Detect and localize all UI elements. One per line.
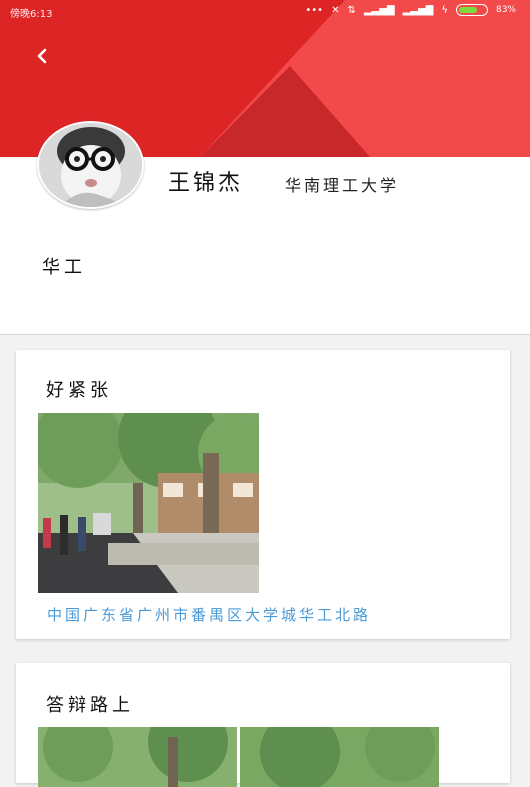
post-title: 答辩路上 <box>46 695 134 716</box>
post-location-link[interactable]: 中国广东省广州市番禺区大学城华工北路 <box>47 604 371 625</box>
battery-percent: 83% <box>495 5 516 15</box>
avatar[interactable] <box>37 121 144 209</box>
data-icon: ⇅ <box>347 4 356 16</box>
charging-icon: ϟ <box>441 4 448 16</box>
more-icon: ••• <box>305 4 324 16</box>
user-school: 华南理工大学 <box>285 176 400 195</box>
post-title: 好紧张 <box>46 380 112 401</box>
back-button[interactable] <box>28 42 56 70</box>
post-card[interactable]: 答辩路上 <box>16 663 510 787</box>
status-bar: 傍晚6:13 ••• ✕ ⇅ ▂▃▅▇ ▂▃▅▇ ϟ 83% <box>0 0 530 24</box>
post-photo[interactable] <box>38 413 259 593</box>
street-photo-image <box>38 413 259 593</box>
user-bio: 华工 <box>42 257 86 278</box>
chevron-left-icon <box>37 48 47 64</box>
signal-icon: ▂▃▅▇ <box>363 4 395 16</box>
post-photo[interactable] <box>38 727 237 787</box>
post-photo[interactable] <box>240 727 439 787</box>
battery-icon <box>455 4 488 16</box>
user-name: 王锦杰 <box>168 171 244 196</box>
signal-icon-2: ▂▃▅▇ <box>402 4 434 16</box>
avatar-image <box>39 123 142 207</box>
street-photo-image <box>38 727 237 787</box>
tree-photo-image <box>240 727 439 787</box>
mute-icon: ✕ <box>331 4 340 16</box>
post-card[interactable]: 好紧张 中国广东省广州市番禺区大学城华工北路 <box>16 350 510 639</box>
status-time: 傍晚6:13 <box>10 9 53 20</box>
